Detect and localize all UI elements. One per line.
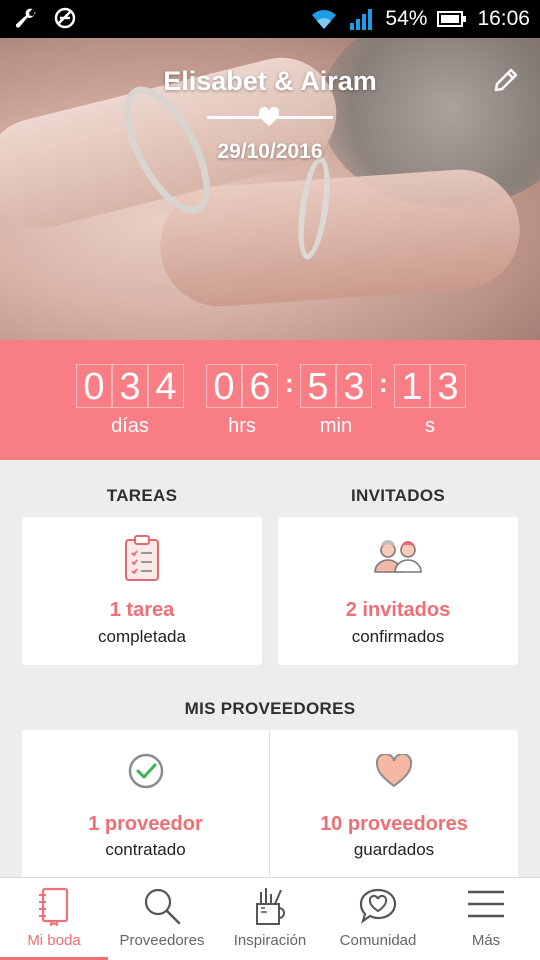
hired-vendors-count: 1 proveedor (88, 813, 203, 835)
countdown-seconds: 1 3 (394, 364, 466, 408)
chat-heart-icon (359, 888, 397, 924)
couple-names: Elisabet & Airam (163, 66, 377, 96)
status-bar: 54% 16:06 (0, 0, 540, 38)
saved-vendors-status: guardados (353, 840, 435, 859)
vendors-heading: MIS PROVEEDORES (184, 699, 356, 718)
clipboard-checklist-icon (125, 535, 159, 581)
countdown-digit: 0 (206, 364, 242, 408)
guests-status: confirmados (351, 627, 445, 646)
hired-vendors-status: contratado (105, 840, 186, 859)
tasks-heading: TAREAS (106, 486, 178, 505)
countdown-digit: 3 (112, 364, 148, 408)
countdown-hours: 0 6 (206, 364, 278, 408)
wifi-icon (312, 10, 337, 29)
wedding-date: 29/10/2016 (217, 140, 323, 163)
countdown-digit: 4 (148, 364, 184, 408)
notebook-icon (39, 887, 69, 926)
hamburger-menu-icon (468, 890, 504, 918)
countdown-minutes-label: min (319, 415, 353, 437)
nav-label: Comunidad (339, 932, 417, 949)
nav-comunidad[interactable]: Comunidad (324, 878, 432, 960)
search-icon (144, 888, 181, 925)
heart-icon (258, 107, 280, 126)
countdown-digit: 3 (336, 364, 372, 408)
tasks-card[interactable]: 1 tarea completada (22, 517, 262, 665)
countdown-digit: 5 (300, 364, 336, 408)
countdown-separator: : (285, 368, 294, 398)
nav-proveedores[interactable]: Proveedores (108, 878, 216, 960)
wrench-icon (15, 8, 36, 28)
signal-icon (350, 9, 373, 30)
countdown-digit: 6 (242, 364, 278, 408)
wedding-countdown: 0 3 4 días 0 6 hrs : 5 3 min : 1 3 s (0, 340, 540, 460)
countdown-days: 0 3 4 (76, 364, 184, 408)
nav-label: Mi boda (27, 932, 81, 949)
nav-mas[interactable]: Más (432, 878, 540, 960)
countdown-minutes: 5 3 (300, 364, 372, 408)
nav-label: Proveedores (119, 932, 205, 949)
bottom-navigation: Mi boda Proveedores Inspiración Comunida… (0, 877, 540, 960)
check-circle-icon (128, 753, 163, 789)
saved-vendors[interactable]: 10 proveedores guardados (270, 730, 518, 880)
heart-icon (375, 754, 413, 788)
countdown-hours-label: hrs (228, 415, 256, 437)
clock: 16:06 (477, 7, 530, 30)
countdown-separator: : (379, 368, 388, 398)
battery-level: 54% (385, 7, 428, 30)
nav-label: Inspiración (233, 932, 307, 949)
nav-inspiracion[interactable]: Inspiración (216, 878, 324, 960)
edit-pencil-icon[interactable] (492, 66, 520, 94)
guests-heading: INVITADOS (350, 486, 445, 505)
countdown-digit: 0 (76, 364, 112, 408)
guests-couple-icon (374, 540, 422, 573)
hired-vendors[interactable]: 1 proveedor contratado (22, 730, 269, 880)
photo-finger (156, 165, 524, 311)
tasks-status: completada (98, 627, 186, 646)
countdown-digit: 3 (430, 364, 466, 408)
countdown-digit: 1 (394, 364, 430, 408)
guests-card[interactable]: 2 invitados confirmados (278, 517, 518, 665)
saved-vendors-count: 10 proveedores (320, 813, 468, 835)
pencil-cup-icon (256, 888, 285, 925)
nav-mi-boda[interactable]: Mi boda (0, 878, 108, 960)
nav-label: Más (471, 932, 501, 949)
do-not-disturb-icon (54, 7, 76, 29)
vendors-card: 1 proveedor contratado 10 proveedores gu… (22, 730, 518, 880)
tasks-count: 1 tarea (109, 599, 175, 621)
countdown-days-label: días (111, 415, 149, 437)
battery-icon (437, 11, 467, 27)
guests-count: 2 invitados (345, 599, 451, 621)
countdown-seconds-label: s (425, 415, 435, 437)
